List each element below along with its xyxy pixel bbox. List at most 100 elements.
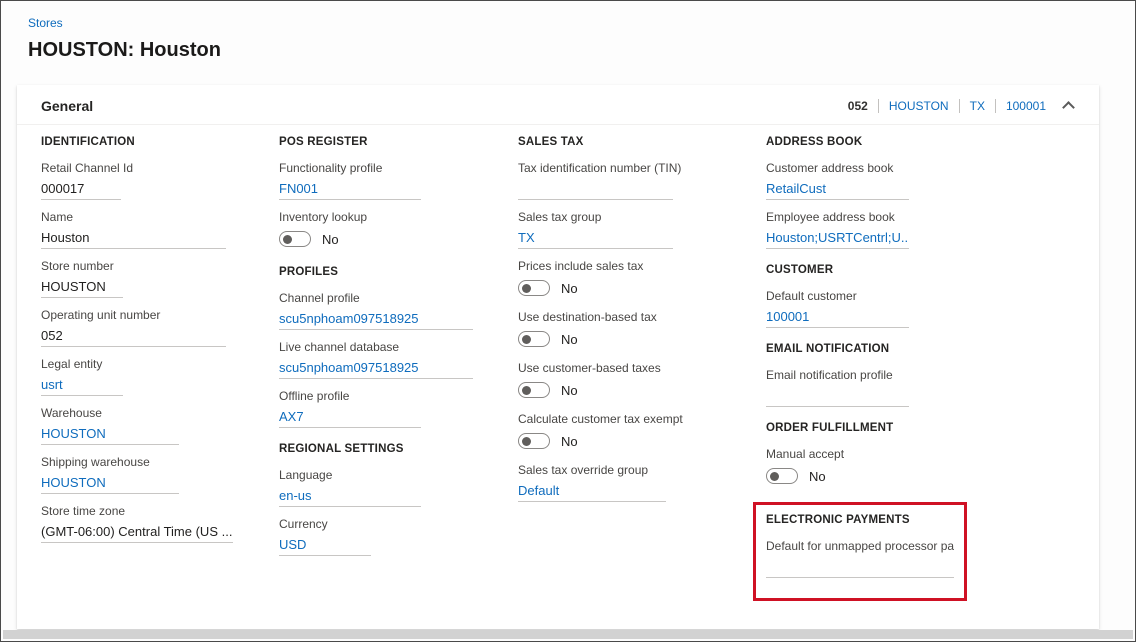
group-identification: IDENTIFICATION Retail Channel Id 000017 Nam…: [41, 135, 279, 543]
toggle-inventory-lookup[interactable]: [279, 231, 311, 247]
value-shipping-warehouse[interactable]: HOUSTON: [41, 473, 179, 494]
field-default-customer: Default customer 100001: [766, 289, 1075, 328]
toggle-row-inventory-lookup: No: [279, 228, 518, 251]
field-label-live-channel-database: Live channel database: [279, 340, 400, 354]
section-title[interactable]: General: [41, 98, 93, 114]
field-warehouse: Warehouse HOUSTON: [41, 406, 279, 445]
toggle-prices-include-sales-tax[interactable]: [518, 280, 550, 296]
field-label-sales-tax-group: Sales tax group: [518, 210, 602, 224]
form-column-1: IDENTIFICATION Retail Channel Id 000017 Nam…: [41, 135, 279, 601]
toggle-row-use-destination-based-tax: No: [518, 328, 766, 351]
general-form-body: IDENTIFICATION Retail Channel Id 000017 Nam…: [17, 125, 1099, 601]
field-manual-accept: Manual accept No: [766, 447, 1075, 488]
toggle-knob: [522, 436, 531, 446]
group-profiles: PROFILES Channel profile scu5nphoam0975189…: [279, 265, 518, 428]
toggle-value-use-customer-based-taxes: No: [561, 382, 578, 398]
field-tax-identification-number-tin: Tax identification number (TIN): [518, 161, 766, 200]
field-sales-tax-override-group: Sales tax override group Default: [518, 463, 766, 502]
summary-separator: [994, 99, 996, 113]
field-employee-address-book: Employee address book Houston;USRTCentrl;…: [766, 210, 1075, 249]
field-label-name: Name: [41, 210, 74, 224]
field-label-default-for-unmapped-processor-pay: Default for unmapped processor pay...: [766, 539, 954, 553]
group-pos-register: POS REGISTER Functionality profile FN001 In…: [279, 135, 518, 251]
field-currency: Currency USD: [279, 517, 518, 556]
value-functionality-profile[interactable]: FN001: [279, 179, 421, 200]
group-order-fulfillment: ORDER FULFILLMENT Manual accept No: [766, 421, 1075, 488]
field-offline-profile: Offline profile AX7: [279, 389, 518, 428]
toggle-row-use-customer-based-taxes: No: [518, 379, 766, 402]
summary-052: 052: [847, 99, 868, 113]
field-label-tax-identification-number-tin: Tax identification number (TIN): [518, 161, 682, 175]
group-title-email-notification: EMAIL NOTIFICATION: [766, 343, 890, 355]
group-customer: CUSTOMER Default customer 100001: [766, 263, 1075, 328]
app-window: Stores HOUSTON: Houston General 052 HOUST…: [0, 0, 1136, 642]
field-label-store-number: Store number: [41, 259, 114, 273]
group-title-order-fulfillment: ORDER FULFILLMENT: [766, 422, 894, 434]
value-sales-tax-override-group[interactable]: Default: [518, 481, 666, 502]
field-label-channel-profile: Channel profile: [279, 291, 360, 305]
summary-100001[interactable]: 100001: [1006, 99, 1046, 113]
summary-tx[interactable]: TX: [970, 99, 985, 113]
toggle-use-customer-based-taxes[interactable]: [518, 382, 550, 398]
field-label-warehouse: Warehouse: [41, 406, 102, 420]
field-customer-address-book: Customer address book RetailCust: [766, 161, 1075, 200]
form-column-4: ADDRESS BOOK Customer address book RetailC…: [753, 135, 1075, 601]
toggle-manual-accept[interactable]: [766, 468, 798, 484]
group-email-notification: EMAIL NOTIFICATION Email notification pro…: [766, 342, 1075, 407]
field-calculate-customer-tax-exempt: Calculate customer tax exempt No: [518, 412, 766, 453]
general-fasttab-header[interactable]: General 052 HOUSTON TX 100001: [17, 85, 1099, 125]
value-default-for-unmapped-processor-pay[interactable]: [766, 557, 954, 578]
field-prices-include-sales-tax: Prices include sales tax No: [518, 259, 766, 300]
value-name[interactable]: Houston: [41, 228, 226, 249]
toggle-use-destination-based-tax[interactable]: [518, 331, 550, 347]
toggle-calculate-customer-tax-exempt[interactable]: [518, 433, 550, 449]
value-employee-address-book[interactable]: Houston;USRTCentrl;U...: [766, 228, 909, 249]
group-title-sales-tax: SALES TAX: [518, 136, 584, 148]
field-store-number: Store number HOUSTON: [41, 259, 279, 298]
field-label-prices-include-sales-tax: Prices include sales tax: [518, 259, 644, 273]
group-title-electronic-payments: ELECTRONIC PAYMENTS: [766, 514, 910, 526]
value-customer-address-book[interactable]: RetailCust: [766, 179, 909, 200]
field-label-email-notification-profile: Email notification profile: [766, 368, 893, 382]
field-label-manual-accept: Manual accept: [766, 447, 845, 461]
value-email-notification-profile[interactable]: [766, 386, 909, 407]
field-use-customer-based-taxes: Use customer-based taxes No: [518, 361, 766, 402]
field-label-operating-unit-number: Operating unit number: [41, 308, 161, 322]
group-sales-tax: SALES TAX Tax identification number (TIN)…: [518, 135, 766, 502]
field-shipping-warehouse: Shipping warehouse HOUSTON: [41, 455, 279, 494]
field-legal-entity: Legal entity usrt: [41, 357, 279, 396]
value-channel-profile[interactable]: scu5nphoam097518925: [279, 309, 473, 330]
value-store-time-zone[interactable]: (GMT-06:00) Central Time (US ...: [41, 522, 233, 543]
toggle-row-manual-accept: No: [766, 465, 1075, 488]
value-legal-entity[interactable]: usrt: [41, 375, 123, 396]
field-label-shipping-warehouse: Shipping warehouse: [41, 455, 150, 469]
breadcrumb-stores[interactable]: Stores: [28, 16, 63, 30]
value-default-customer[interactable]: 100001: [766, 307, 909, 328]
field-default-for-unmapped-processor-pay: Default for unmapped processor pay...: [766, 539, 954, 578]
summary-houston[interactable]: HOUSTON: [889, 99, 949, 113]
value-sales-tax-group[interactable]: TX: [518, 228, 673, 249]
field-operating-unit-number: Operating unit number 052: [41, 308, 279, 347]
toggle-knob: [770, 471, 779, 481]
horizontal-scrollbar[interactable]: [3, 630, 1133, 639]
toggle-knob: [522, 334, 531, 344]
value-currency[interactable]: USD: [279, 535, 371, 556]
group-address-book: ADDRESS BOOK Customer address book RetailC…: [766, 135, 1075, 249]
section-summary: 052 HOUSTON TX 100001: [848, 99, 1046, 113]
field-label-employee-address-book: Employee address book: [766, 210, 895, 224]
value-language[interactable]: en-us: [279, 486, 421, 507]
group-title-address-book: ADDRESS BOOK: [766, 136, 863, 148]
value-warehouse[interactable]: HOUSTON: [41, 424, 179, 445]
value-operating-unit-number[interactable]: 052: [41, 326, 226, 347]
toggle-knob: [522, 283, 531, 293]
value-tax-identification-number-tin[interactable]: [518, 179, 673, 200]
value-offline-profile[interactable]: AX7: [279, 407, 421, 428]
value-live-channel-database[interactable]: scu5nphoam097518925: [279, 358, 473, 379]
field-label-inventory-lookup: Inventory lookup: [279, 210, 368, 224]
value-store-number[interactable]: HOUSTON: [41, 277, 123, 298]
field-use-destination-based-tax: Use destination-based tax No: [518, 310, 766, 351]
field-label-currency: Currency: [279, 517, 328, 531]
value-retail-channel-id[interactable]: 000017: [41, 179, 121, 200]
summary-separator: [877, 99, 879, 113]
chevron-up-icon[interactable]: [1062, 101, 1075, 114]
